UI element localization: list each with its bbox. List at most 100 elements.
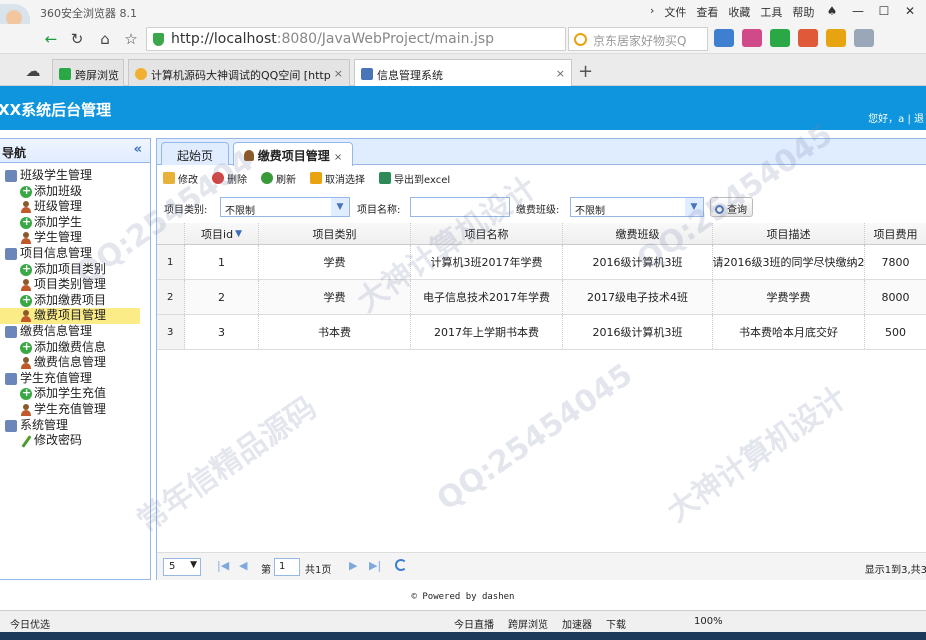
- sidebar-item[interactable]: 添加项目类别: [0, 261, 150, 278]
- menu-item-view[interactable]: 查看: [696, 4, 718, 20]
- refresh-button[interactable]: 刷新: [261, 170, 296, 186]
- column-header[interactable]: 项目id ▼: [185, 223, 259, 244]
- url-path: :8080/JavaWebProject/main.jsp: [276, 31, 495, 47]
- sidebar-item[interactable]: 添加学生充值: [0, 385, 150, 402]
- cloud-icon[interactable]: ☁: [22, 60, 44, 82]
- tab-home[interactable]: 起始页: [161, 142, 229, 165]
- browser-tab-cross-screen[interactable]: 跨屏浏览: [52, 59, 124, 86]
- url-input[interactable]: http://localhost:8080/JavaWebProject/mai…: [146, 27, 566, 51]
- status-accelerator[interactable]: 加速器: [562, 616, 592, 631]
- class-filter-value: 不限制: [575, 206, 605, 217]
- table-cell: 学费学费: [713, 280, 865, 314]
- skin-icon[interactable]: ♠: [820, 2, 844, 20]
- status-zoom[interactable]: 100%: [694, 616, 723, 631]
- close-tab-icon[interactable]: ×: [556, 67, 565, 80]
- sidebar-item[interactable]: 学生充值管理: [0, 402, 150, 418]
- pager-refresh-icon[interactable]: [395, 559, 407, 571]
- type-filter-value: 不限制: [225, 206, 255, 217]
- sidebar-item[interactable]: 班级管理: [0, 199, 150, 215]
- shield-extension-icon[interactable]: [770, 29, 790, 47]
- close-tab-icon[interactable]: ×: [334, 152, 342, 163]
- table-cell: 2017级电子技术4班: [563, 280, 713, 314]
- search-input[interactable]: 京东居家好物买Q: [568, 27, 708, 51]
- status-left[interactable]: 今日优选: [10, 616, 50, 631]
- browser-tab-qq-space[interactable]: 计算机源码大神调试的QQ空间 [http: ×: [128, 59, 350, 86]
- new-tab-button[interactable]: +: [578, 61, 593, 82]
- extension-icon[interactable]: [742, 29, 762, 47]
- edit-button[interactable]: 修改: [163, 170, 198, 186]
- close-tab-icon[interactable]: ×: [330, 67, 343, 80]
- type-filter-select[interactable]: 不限制 ▼: [220, 197, 350, 217]
- page-number-input[interactable]: 1: [274, 558, 300, 576]
- last-page-icon[interactable]: ▶|: [369, 559, 381, 572]
- sidebar-item[interactable]: 项目类别管理: [0, 277, 150, 293]
- welcome-text[interactable]: 您好，a | 退: [868, 110, 924, 125]
- refresh-icon: [261, 172, 273, 184]
- class-filter-label: 缴费班级:: [516, 205, 560, 216]
- sidebar-item[interactable]: 添加缴费项目: [0, 292, 150, 309]
- class-filter-select[interactable]: 不限制 ▼: [570, 197, 704, 217]
- tab-fee-items[interactable]: 缴费项目管理 ×: [233, 142, 353, 166]
- query-button[interactable]: 查询: [710, 197, 753, 217]
- table-row[interactable]: 1 1 学费 计算机3班2017年学费 2016级计算机3班 请2016级3班的同学尽快缴…: [157, 245, 926, 280]
- os-taskbar: [0, 632, 926, 640]
- next-page-icon[interactable]: ▶: [349, 559, 357, 572]
- query-label: 查询: [727, 205, 747, 216]
- column-header[interactable]: 项目费用: [865, 223, 926, 244]
- maximize-button[interactable]: ☐: [872, 2, 896, 20]
- status-download[interactable]: 下载: [606, 616, 626, 631]
- table-row[interactable]: 3 3 书本费 2017年上学期书本费 2016级计算机3班 书本费哈本月底交好 500: [157, 315, 926, 350]
- sidebar-item[interactable]: 修改密码: [0, 433, 150, 449]
- first-page-icon[interactable]: |◀: [217, 559, 229, 572]
- home-icon[interactable]: ⌂: [94, 28, 116, 50]
- sort-desc-icon[interactable]: ▼: [235, 229, 242, 239]
- menu-item-tools[interactable]: 工具: [760, 4, 782, 20]
- close-window-button[interactable]: ✕: [898, 2, 922, 20]
- browser-menu-back-arrow-icon[interactable]: ›: [650, 4, 654, 20]
- name-filter-input[interactable]: [410, 197, 510, 217]
- sidebar-group[interactable]: 班级学生管理: [0, 168, 150, 184]
- sidebar-item[interactable]: 缴费信息管理: [0, 355, 150, 371]
- sidebar-group[interactable]: 项目信息管理: [0, 246, 150, 262]
- column-header[interactable]: 项目名称: [411, 223, 563, 244]
- chevron-down-icon: ▼: [331, 198, 349, 216]
- favorite-star-icon[interactable]: ☆: [120, 28, 142, 50]
- sidebar-item[interactable]: 添加学生: [0, 214, 150, 231]
- ad-block-icon[interactable]: [798, 29, 818, 47]
- sidebar-item[interactable]: 学生管理: [0, 230, 150, 246]
- sidebar-group[interactable]: 系统管理: [0, 418, 150, 434]
- menu-item-file[interactable]: 文件: [664, 4, 686, 20]
- gift-icon[interactable]: [826, 29, 846, 47]
- prev-page-icon[interactable]: ◀: [239, 559, 247, 572]
- page-size-select[interactable]: 5 ▼: [163, 558, 201, 576]
- app-header: XX系统后台管理 您好，a | 退: [0, 86, 926, 130]
- apps-icon[interactable]: [714, 29, 734, 47]
- column-header[interactable]: 项目描述: [713, 223, 865, 244]
- column-header-label: 项目描述: [766, 227, 811, 241]
- delete-button[interactable]: 删除: [212, 170, 247, 186]
- export-excel-button[interactable]: 导出到excel: [379, 170, 450, 186]
- sidebar-group[interactable]: 缴费信息管理: [0, 324, 150, 340]
- table-cell: 7800: [865, 245, 926, 279]
- sidebar-item[interactable]: 缴费项目管理: [0, 308, 140, 324]
- filter-bar: 项目类别: 不限制 ▼ 项目名称: 缴费班级: 不限制 ▼ 查询: [164, 197, 924, 219]
- column-header[interactable]: 缴费班级: [563, 223, 713, 244]
- reload-icon[interactable]: ↻: [66, 28, 88, 50]
- browser-tab-info-system[interactable]: 信息管理系统 ×: [354, 59, 572, 86]
- sidebar-group[interactable]: 学生充值管理: [0, 371, 150, 387]
- minimize-button[interactable]: —: [846, 2, 870, 20]
- back-arrow-icon[interactable]: ←: [40, 28, 62, 50]
- cancel-select-button[interactable]: 取消选择: [310, 170, 365, 186]
- edit-label: 修改: [178, 174, 198, 186]
- sidebar-item[interactable]: 添加班级: [0, 183, 150, 200]
- collapse-icon[interactable]: «: [134, 142, 142, 157]
- menu-item-favorites[interactable]: 收藏: [728, 4, 750, 20]
- table-row[interactable]: 2 2 学费 电子信息技术2017年学费 2017级电子技术4班 学费学费 8000: [157, 280, 926, 315]
- status-live[interactable]: 今日直播: [454, 616, 494, 631]
- sidebar-item[interactable]: 添加缴费信息: [0, 339, 150, 356]
- translate-icon[interactable]: [854, 29, 874, 47]
- column-header[interactable]: 项目类别: [259, 223, 411, 244]
- menu-item-help[interactable]: 帮助: [792, 4, 814, 20]
- status-cross-screen[interactable]: 跨屏浏览: [508, 616, 548, 631]
- sidebar-item-label: 项目类别管理: [34, 277, 107, 292]
